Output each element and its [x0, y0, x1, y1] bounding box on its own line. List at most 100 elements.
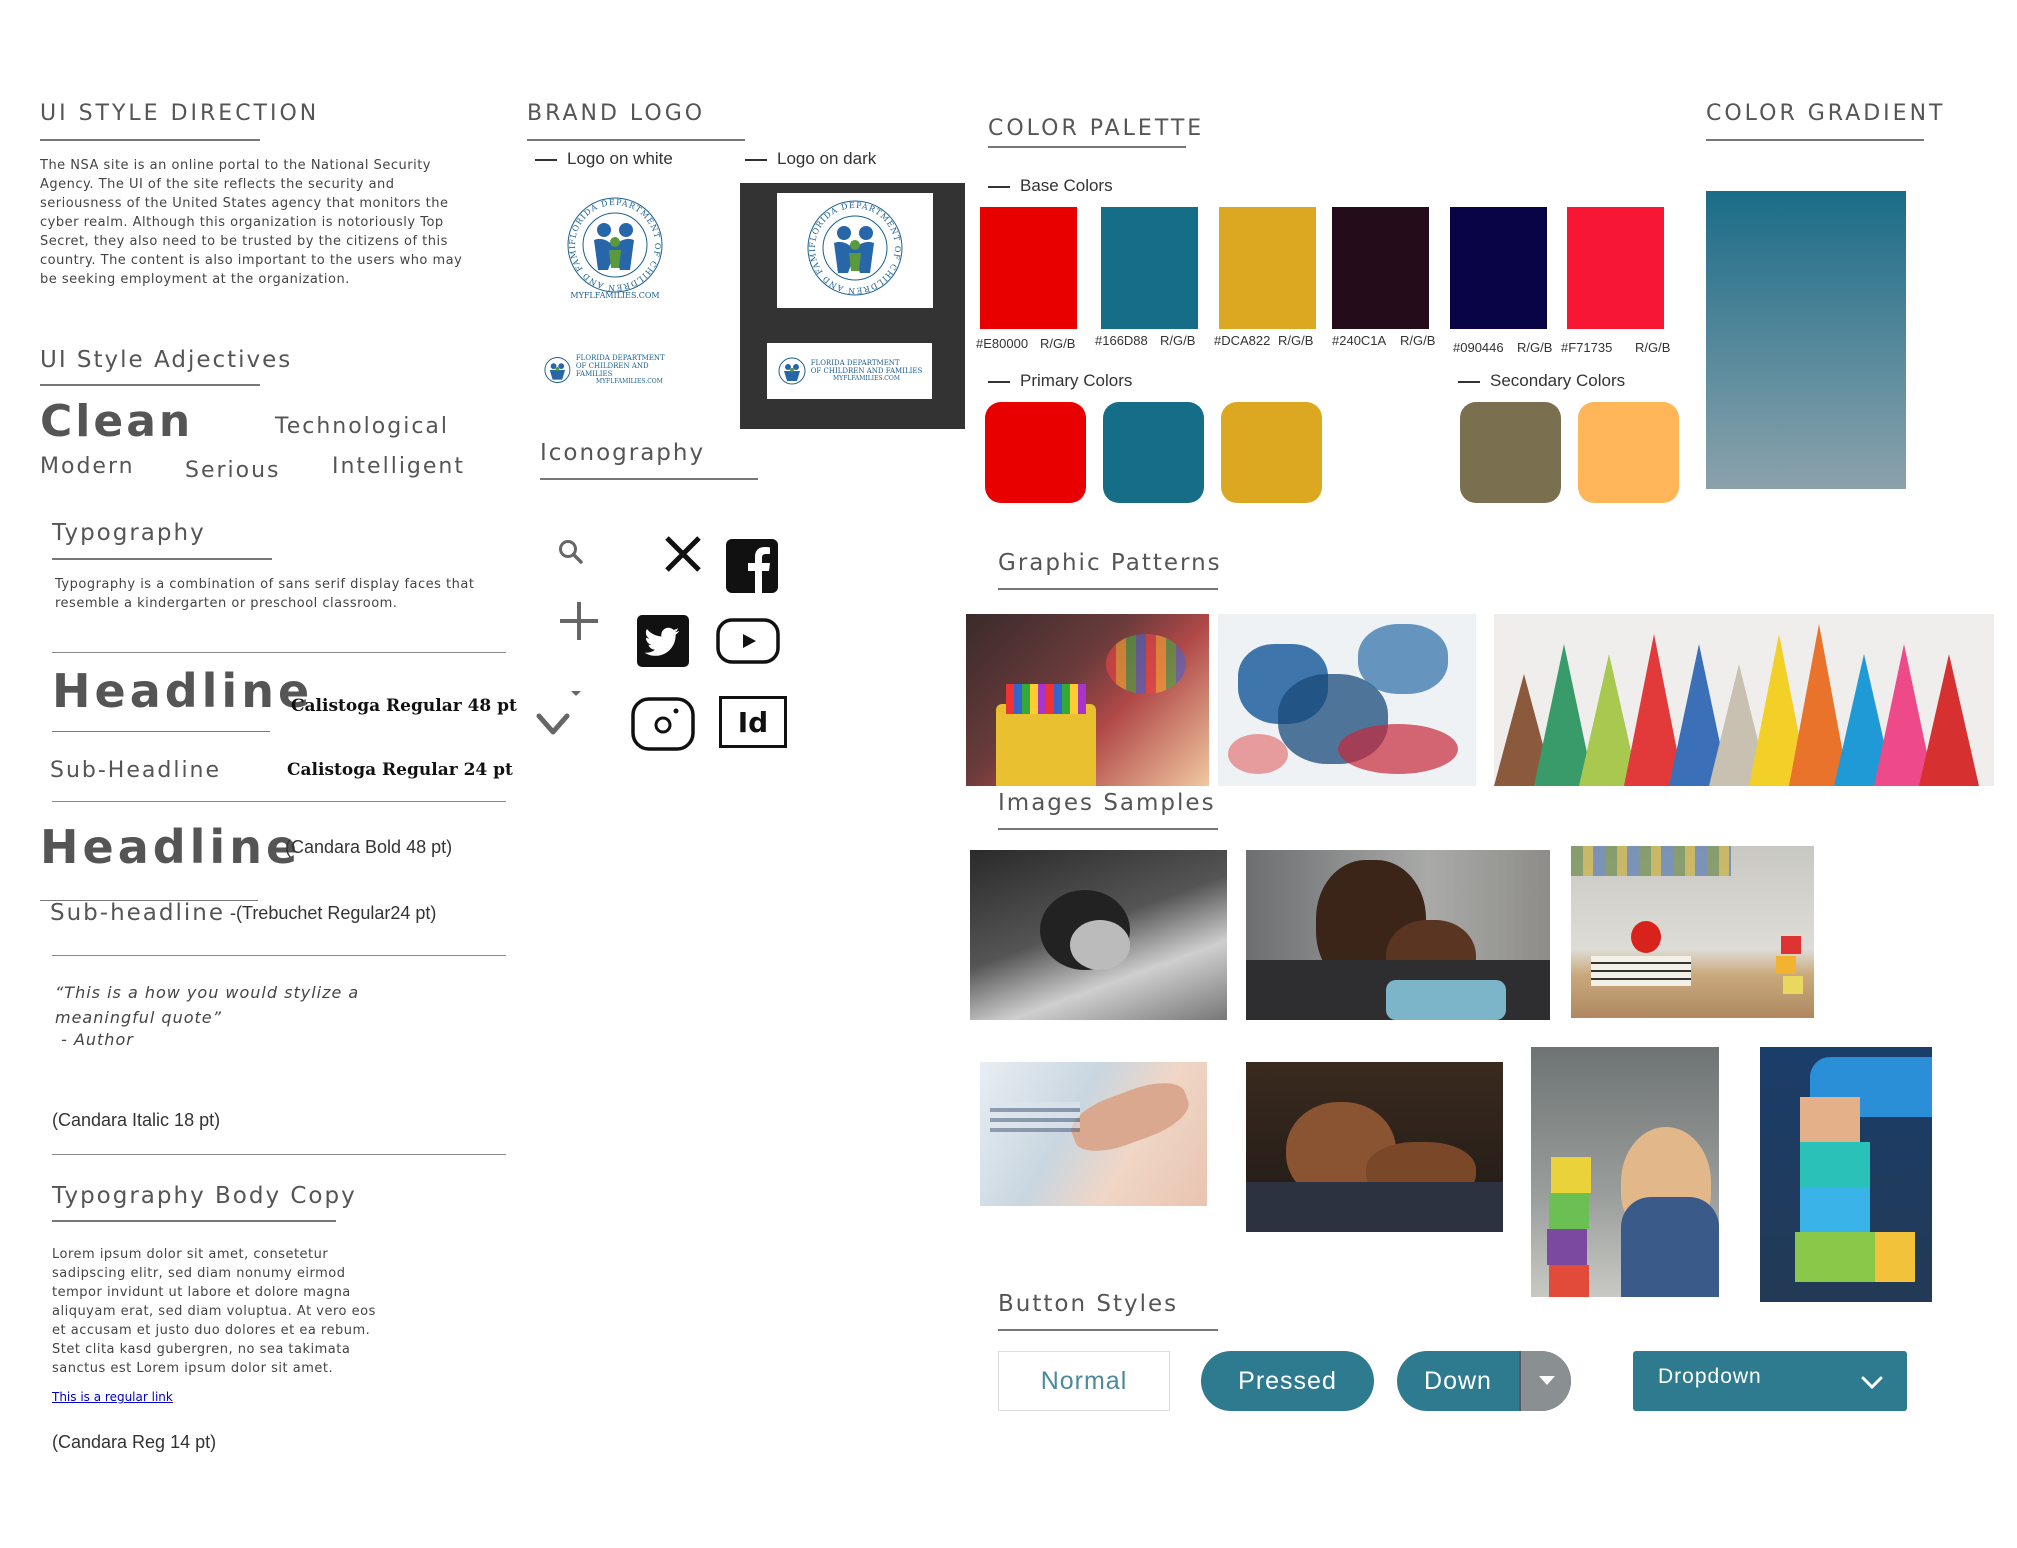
- indesign-icon[interactable]: Id: [719, 696, 787, 748]
- swatch-rgb-5: R/G/B: [1517, 340, 1553, 355]
- sample-image-block-tower: [1760, 1047, 1932, 1302]
- swatch-hex-5: #090446: [1453, 340, 1504, 355]
- circular-logo-dark: FLORIDA DEPARTMENT OF CHILDREN AND FAMIL…: [777, 193, 933, 308]
- secondary-swatch-2: [1578, 402, 1679, 503]
- sample-image-mother-child: [970, 850, 1227, 1020]
- dropdown-label: Dropdown: [1658, 1365, 1762, 1388]
- color-gradient-title: COLOR GRADIENT: [1706, 101, 1946, 126]
- title-underline: [998, 588, 1218, 590]
- logo-h-line2: OF CHILDREN AND FAMILIES: [810, 367, 923, 375]
- base-swatch-5: [1450, 207, 1547, 329]
- horizontal-logo-white: FLORIDA DEPARTMENT OF CHILDREN AND FAMIL…: [543, 353, 683, 387]
- facebook-icon[interactable]: [725, 538, 779, 598]
- chevron-down-icon[interactable]: [535, 710, 571, 742]
- swatch-hex-4: #240C1A: [1332, 333, 1387, 348]
- swatch-hex-2: #166D88: [1095, 333, 1148, 348]
- brand-logo-title: BRAND LOGO: [527, 101, 706, 126]
- primary-colors-label: Primary Colors: [988, 371, 1132, 391]
- base-swatch-3: [1219, 207, 1316, 329]
- swatch-rgb-6: R/G/B: [1635, 340, 1671, 355]
- style-direction-body: The NSA site is an online portal to the …: [40, 158, 463, 287]
- dropdown-button[interactable]: Dropdown: [1633, 1351, 1907, 1411]
- button-styles-title: Button Styles: [998, 1291, 1179, 1317]
- base-swatch-4: [1332, 207, 1429, 329]
- secondary-swatch-1: [1460, 402, 1561, 503]
- base-colors-label: Base Colors: [988, 176, 1113, 196]
- headline-underline: [52, 731, 270, 732]
- subheadline-2-spec: -(Trebuchet Regular24 pt): [230, 903, 437, 923]
- sample-image-sleeping-child: [1246, 1062, 1503, 1232]
- base-swatch-1: [980, 207, 1077, 329]
- title-underline: [527, 139, 745, 141]
- swatch-hex-1: #E80000: [976, 336, 1029, 351]
- youtube-icon[interactable]: [716, 618, 780, 668]
- horizontal-logo-dark: FLORIDA DEPARTMENT OF CHILDREN AND FAMIL…: [767, 343, 932, 399]
- logo-h-line1: FLORIDA DEPARTMENT: [810, 359, 900, 367]
- sample-image-father-baby: [1246, 850, 1550, 1020]
- color-palette-title: COLOR PALETTE: [988, 116, 1205, 141]
- subheadline-sample-2: Sub-headline: [50, 900, 226, 926]
- quote-text: “This is a how you would stylize a meani…: [55, 983, 360, 1027]
- chevron-down-icon: [1861, 1376, 1883, 1390]
- base-swatch-2: [1101, 207, 1198, 329]
- sample-image-toddler-blocks: [1531, 1047, 1719, 1297]
- instagram-icon[interactable]: [631, 697, 695, 755]
- adjective-clean: Clean: [40, 396, 194, 447]
- title-underline: [1706, 139, 1924, 141]
- down-button-label[interactable]: Down: [1397, 1351, 1519, 1411]
- style-direction-title: UI STYLE DIRECTION: [40, 101, 320, 126]
- headline-sample-2: Headline: [40, 820, 302, 874]
- subheadline-sample-1: Sub-Headline: [50, 758, 222, 783]
- swatch-hex-6: #F71735: [1561, 340, 1613, 355]
- pattern-image-crayons-child: [966, 614, 1209, 786]
- indesign-icon-label: Id: [737, 705, 769, 739]
- pattern-image-handprints: [1218, 614, 1476, 786]
- normal-button[interactable]: Normal: [998, 1351, 1170, 1411]
- title-underline: [998, 1329, 1218, 1331]
- primary-swatch-1: [985, 402, 1086, 503]
- caret-down-icon: [1539, 1376, 1555, 1385]
- typography-title: Typography: [52, 520, 206, 546]
- logo-on-white-label: Logo on white: [535, 149, 673, 169]
- headline-2-spec: (Candara Bold 48 pt): [285, 837, 453, 857]
- title-underline: [52, 558, 272, 560]
- iconography-title: Iconography: [540, 440, 706, 466]
- plus-icon[interactable]: [557, 599, 601, 647]
- subheadline-1-spec: Calistoga Regular 24 pt: [287, 760, 513, 780]
- typography-description: Typography is a combination of sans seri…: [55, 577, 475, 611]
- regular-link[interactable]: This is a regular link: [52, 1390, 173, 1404]
- close-icon[interactable]: [663, 534, 703, 578]
- base-swatch-6: [1567, 207, 1664, 329]
- divider: [52, 955, 506, 956]
- headline-sample-1: Headline: [52, 664, 314, 718]
- small-caret-icon[interactable]: [570, 683, 582, 702]
- adjective-modern: Modern: [40, 454, 135, 479]
- logo-url-text: MyFLFamilies.com: [570, 291, 660, 300]
- pressed-button[interactable]: Pressed: [1201, 1351, 1374, 1411]
- divider: [52, 652, 506, 653]
- down-button-arrow[interactable]: [1519, 1351, 1571, 1411]
- graphic-patterns-title: Graphic Patterns: [998, 550, 1222, 576]
- swatch-rgb-3: R/G/B: [1278, 333, 1314, 348]
- logo-dark-panel: FLORIDA DEPARTMENT OF CHILDREN AND FAMIL…: [740, 183, 965, 429]
- title-underline: [52, 1220, 336, 1222]
- image-samples-title: Images Samples: [998, 790, 1216, 816]
- quote-spec: (Candara Italic 18 pt): [52, 1110, 221, 1130]
- circular-logo-white: FLORIDA DEPARTMENT OF CHILDREN AND FAMIL…: [557, 183, 670, 300]
- gradient-swatch: [1706, 191, 1906, 489]
- swatch-rgb-4: R/G/B: [1400, 333, 1436, 348]
- swatch-rgb-2: R/G/B: [1160, 333, 1196, 348]
- pattern-image-colored-pencils: [1494, 614, 1994, 786]
- primary-swatch-3: [1221, 402, 1322, 503]
- down-split-button[interactable]: Down: [1397, 1351, 1571, 1411]
- logo-h-line1: FLORIDA DEPARTMENT: [575, 354, 665, 362]
- body-copy-spec: (Candara Reg 14 pt): [52, 1432, 217, 1452]
- title-underline: [40, 139, 260, 141]
- twitter-icon[interactable]: [637, 615, 689, 671]
- logo-on-dark-label: Logo on dark: [745, 149, 876, 169]
- adjective-intelligent: Intelligent: [332, 454, 465, 479]
- adjective-serious: Serious: [185, 458, 281, 483]
- search-icon[interactable]: [556, 537, 586, 571]
- divider: [52, 801, 506, 802]
- logo-h-line3: MyFLFamilies.com: [833, 375, 900, 382]
